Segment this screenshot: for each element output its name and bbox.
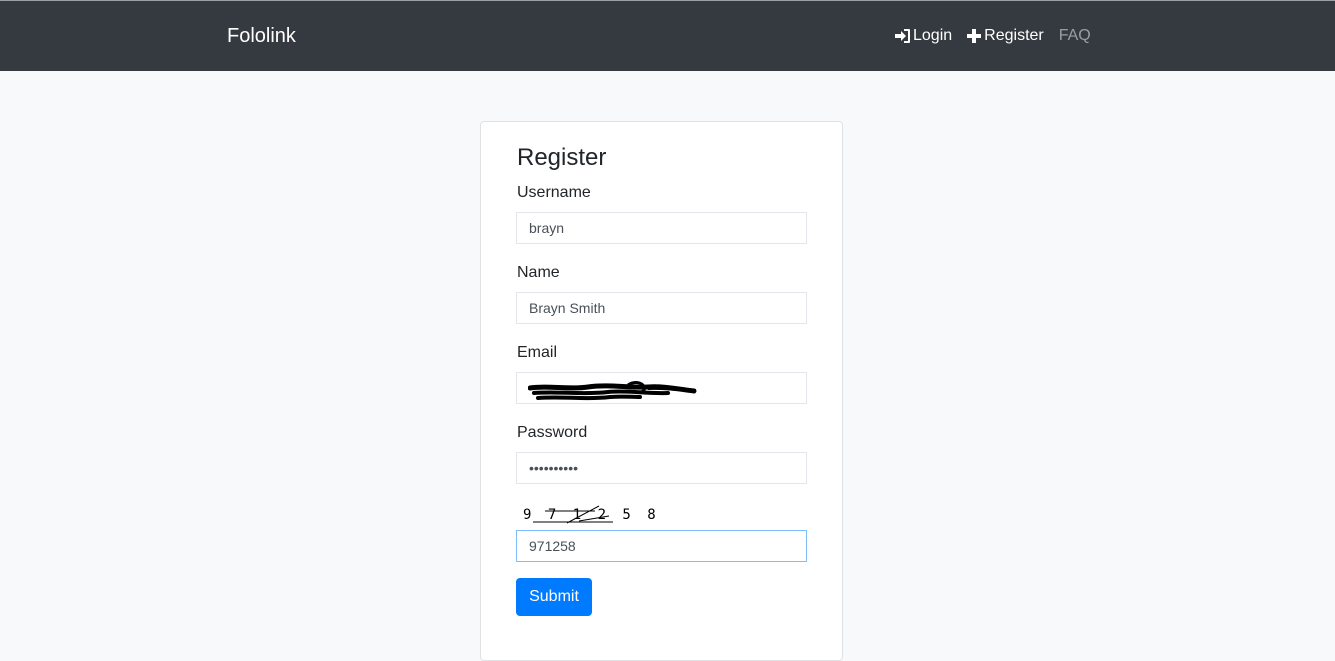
captcha-image: 9 7 1 2 5 8 bbox=[519, 504, 656, 526]
register-card: Register Username Name Email Password 9 … bbox=[480, 121, 843, 661]
email-input[interactable] bbox=[516, 372, 807, 404]
brand-link[interactable]: Fololink bbox=[227, 25, 296, 48]
email-label: Email bbox=[517, 344, 558, 361]
captcha-input[interactable] bbox=[516, 530, 807, 562]
form-title: Register bbox=[517, 144, 607, 171]
nav-register-link[interactable]: Register bbox=[967, 27, 1044, 45]
plus-icon bbox=[967, 29, 982, 43]
name-input[interactable] bbox=[516, 292, 807, 324]
password-label: Password bbox=[517, 424, 588, 441]
name-label: Name bbox=[517, 264, 560, 281]
password-input[interactable] bbox=[516, 452, 807, 484]
nav-login-label: Login bbox=[913, 27, 953, 44]
username-input[interactable] bbox=[516, 212, 807, 244]
nav-register-label: Register bbox=[984, 27, 1044, 44]
nav-faq-link[interactable]: FAQ bbox=[1059, 27, 1091, 45]
nav-login-link[interactable]: Login bbox=[895, 27, 952, 45]
nav-links: Login Register FAQ bbox=[895, 27, 1091, 45]
sign-in-icon bbox=[895, 29, 910, 43]
navbar: Fololink Login Register FAQ bbox=[0, 0, 1335, 71]
username-label: Username bbox=[517, 184, 591, 201]
submit-button[interactable]: Submit bbox=[516, 578, 592, 616]
